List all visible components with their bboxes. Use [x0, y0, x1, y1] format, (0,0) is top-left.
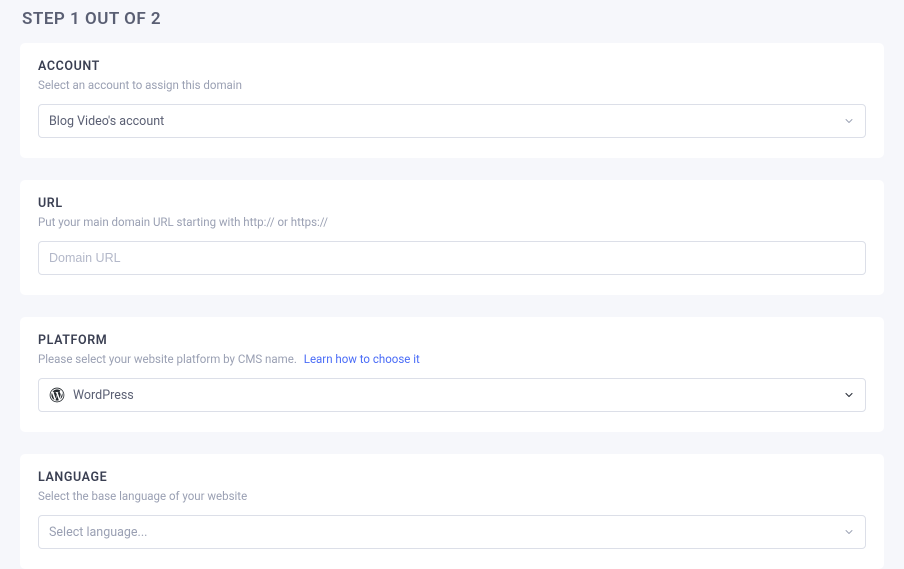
- platform-heading: PLATFORM: [38, 333, 866, 348]
- platform-select[interactable]: WordPress: [38, 378, 866, 412]
- account-card: ACCOUNT Select an account to assign this…: [20, 43, 884, 158]
- platform-subtext: Please select your website platform by C…: [38, 352, 866, 366]
- language-select[interactable]: Select language...: [38, 515, 866, 549]
- platform-learn-link[interactable]: Learn how to choose it: [304, 352, 420, 366]
- language-select-placeholder: Select language...: [49, 525, 147, 540]
- language-card: LANGUAGE Select the base language of you…: [20, 454, 884, 569]
- platform-select-value: WordPress: [73, 388, 134, 403]
- language-subtext: Select the base language of your website: [38, 489, 866, 503]
- url-card: URL Put your main domain URL starting wi…: [20, 180, 884, 295]
- form-container: STEP 1 OUT OF 2 ACCOUNT Select an accoun…: [0, 0, 904, 569]
- chevron-down-icon: [843, 389, 855, 401]
- url-subtext: Put your main domain URL starting with h…: [38, 215, 866, 229]
- account-select[interactable]: Blog Video's account: [38, 104, 866, 138]
- account-select-value: Blog Video's account: [49, 114, 164, 129]
- account-subtext: Select an account to assign this domain: [38, 78, 866, 92]
- account-heading: ACCOUNT: [38, 59, 866, 74]
- chevron-down-icon: [843, 526, 855, 538]
- chevron-down-icon: [843, 115, 855, 127]
- wordpress-icon: [49, 387, 65, 403]
- platform-select-value-wrap: WordPress: [49, 387, 134, 403]
- step-indicator: STEP 1 OUT OF 2: [22, 9, 884, 29]
- platform-card: PLATFORM Please select your website plat…: [20, 317, 884, 432]
- url-input[interactable]: [38, 241, 866, 275]
- language-heading: LANGUAGE: [38, 470, 866, 485]
- platform-subtext-text: Please select your website platform by C…: [38, 352, 297, 366]
- url-heading: URL: [38, 196, 866, 211]
